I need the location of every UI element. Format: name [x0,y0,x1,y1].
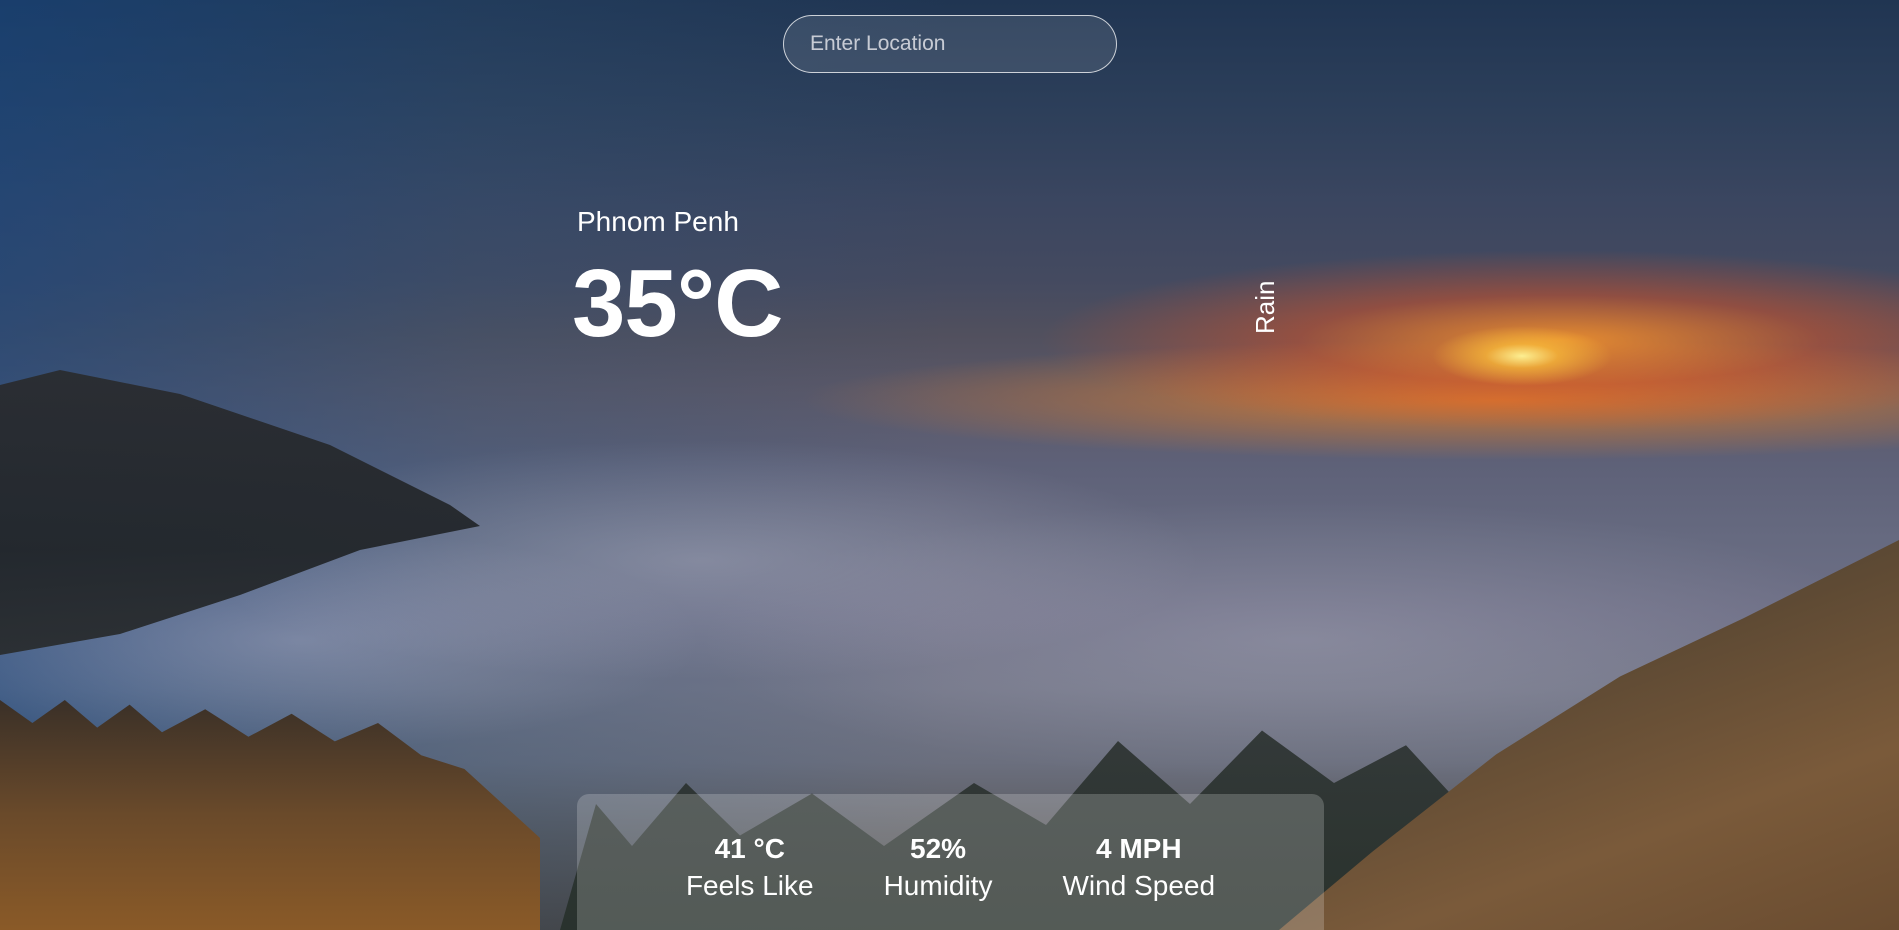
humidity-value: 52% [910,833,967,864]
weather-details-panel: 41 °C Feels Like 52% Humidity 4 MPH Wind… [577,794,1324,930]
weather-app: Phnom Penh 35°C Rain 41 °C Feels Like 52… [0,0,1899,930]
wind-speed-stat: 4 MPH Wind Speed [1063,832,1216,905]
feels-like-value: 41 °C [714,833,785,864]
feels-like-stat: 41 °C Feels Like [686,832,814,905]
humidity-stat: 52% Humidity [884,832,993,905]
current-temperature: 35°C [572,250,783,357]
wind-speed-label: Wind Speed [1062,869,1216,901]
sunset-landscape-background [0,0,1899,930]
humidity-label: Humidity [883,869,993,901]
wind-speed-value: 4 MPH [1095,833,1182,864]
location-name: Phnom Penh [577,206,739,237]
location-search-input[interactable] [783,15,1117,73]
weather-description: Rain [1250,280,1280,334]
feels-like-label: Feels Like [685,869,814,901]
